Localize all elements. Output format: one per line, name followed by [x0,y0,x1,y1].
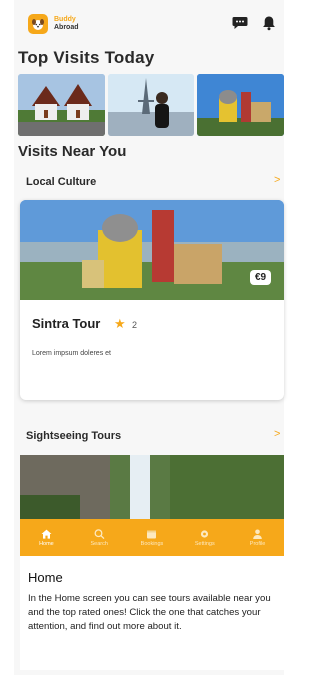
sightseeing-image[interactable] [20,455,284,519]
star-icon: ★ [114,316,126,331]
nav-item-home[interactable]: Home [20,519,73,556]
nav-item-profile[interactable]: Profile [231,519,284,556]
tooltip-title: Home [28,570,63,585]
nav-label: Search [90,540,108,547]
nav-label: Settings [194,540,215,547]
nav-item-settings[interactable]: Settings [178,519,231,556]
app-screen: Buddy Abroad Top Visits Today Visits Nea… [14,0,285,675]
home-icon [41,529,52,539]
nav-item-search[interactable]: Search [73,519,126,556]
gear-icon [201,529,209,538]
visit-thumbnail[interactable] [197,74,285,136]
sintra-palace-illustration [20,200,284,300]
price-badge: €9 [250,270,272,285]
bell-icon[interactable] [262,15,276,31]
waterfall-illustration [20,455,284,519]
tour-card[interactable]: €9 Sintra Tour ★ 2 Lorem impsum doleres … [20,200,284,400]
nav-label: Bookings [140,540,164,547]
section-title-sightseeing: Sightseeing Tours [26,430,122,442]
calendar-icon [147,530,157,538]
help-tooltip: Home In the Home screen you can see tour… [20,556,284,670]
app-name: Buddy Abroad [54,16,79,32]
chevron-right-icon[interactable]: > [274,174,280,186]
nav-label: Profile [249,540,266,547]
chat-bubble-icon[interactable] [232,16,248,30]
tour-rating: 2 [132,320,138,330]
buddy-logo[interactable] [28,14,48,34]
tooltip-body: In the Home screen you can see tours ava… [28,593,271,632]
visit-thumbnail[interactable] [18,74,105,136]
tour-image [20,200,284,300]
top-visits-title: Top Visits Today [18,48,155,67]
houses-illustration [18,74,105,136]
top-bar: Buddy Abroad [14,10,284,44]
bottom-nav-bar: Home Search Bookings Settings Profile [20,519,284,556]
nav-label: Home [39,540,54,547]
top-visits-carousel[interactable] [18,74,285,136]
visits-near-title: Visits Near You [18,143,127,160]
palace-illustration [197,74,285,136]
app-name-line1: Buddy [54,16,76,23]
chevron-right-icon[interactable]: > [274,428,280,440]
person-icon [253,529,262,539]
visit-thumbnail[interactable] [107,74,195,136]
section-title-local-culture: Local Culture [26,176,97,188]
app-name-line2: Abroad [54,24,79,31]
search-icon [94,528,105,539]
tour-description: Lorem impsum doleres et [32,350,111,357]
dog-face-icon [32,19,44,30]
eiffel-tower-illustration [107,74,195,136]
nav-item-bookings[interactable]: Bookings [126,519,179,556]
tour-title: Sintra Tour [32,316,101,331]
